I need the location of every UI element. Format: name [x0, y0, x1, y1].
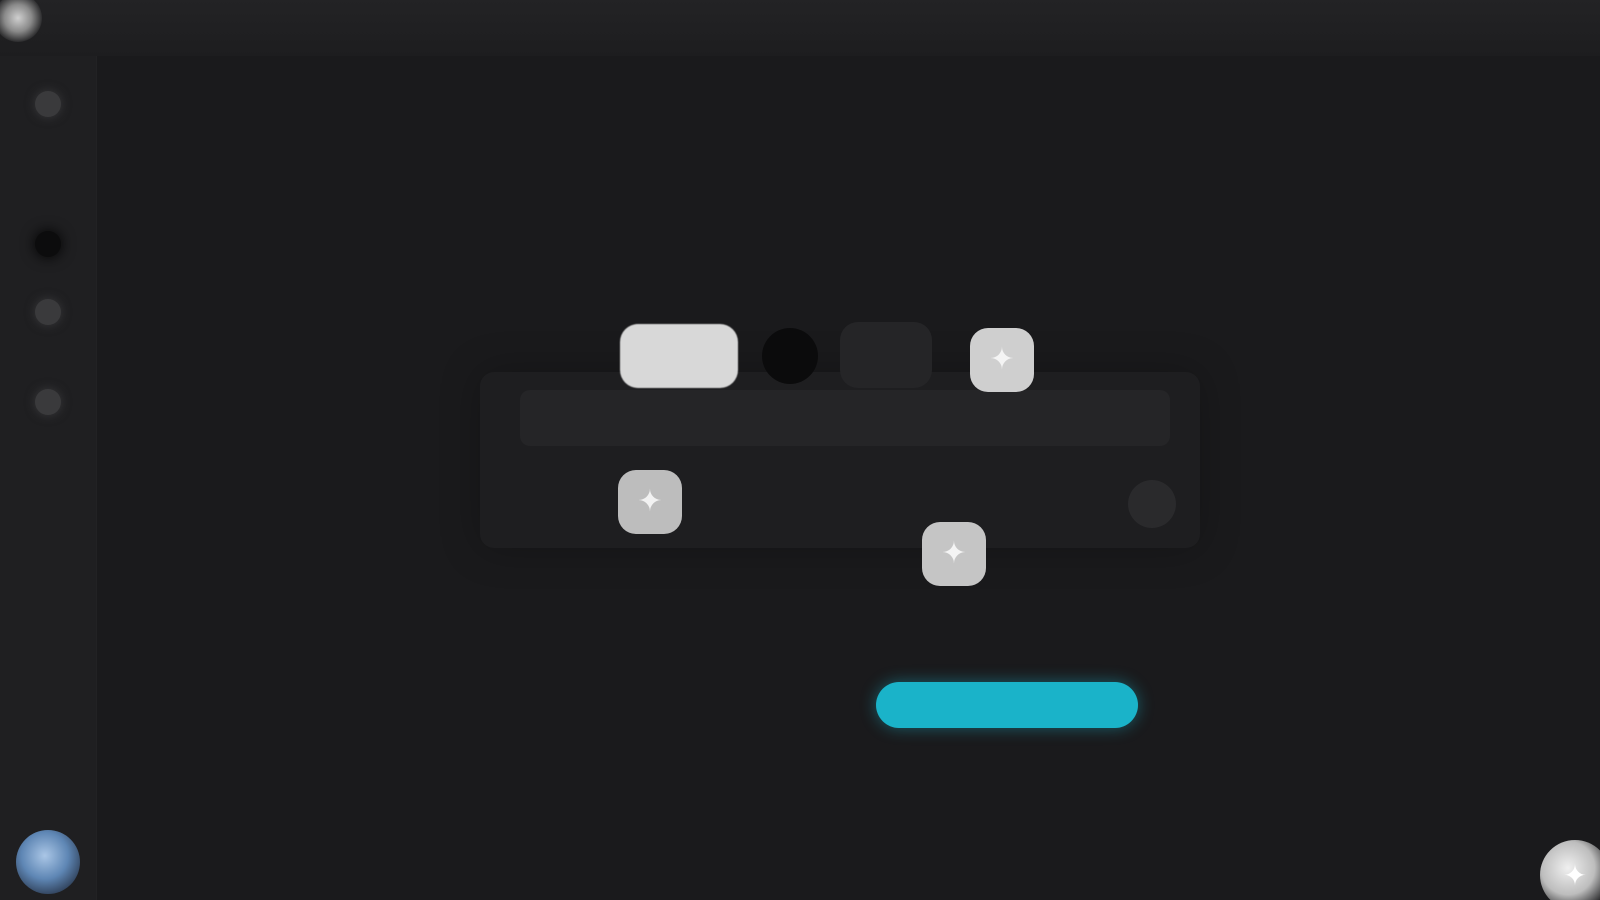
sidebar-item-home[interactable] — [28, 84, 68, 124]
app-window: ✦ ✦ ✦ ✦ — [0, 0, 1600, 900]
more-icon[interactable] — [1128, 480, 1176, 528]
sparkle-icon[interactable]: ✦ — [1540, 840, 1600, 900]
settings-icon — [35, 389, 61, 415]
grid-icon — [35, 231, 61, 257]
window-control-icon[interactable] — [0, 0, 42, 42]
sidebar-item-folder[interactable] — [28, 292, 68, 332]
record-icon[interactable] — [762, 328, 818, 384]
primary-action-button[interactable] — [876, 682, 1138, 728]
mode-chip[interactable] — [620, 324, 738, 388]
sparkle-icon[interactable]: ✦ — [618, 470, 682, 534]
sparkle-icon[interactable]: ✦ — [922, 522, 986, 586]
sidebar-item-settings[interactable] — [28, 382, 68, 422]
sidebar-item-grid[interactable] — [28, 224, 68, 264]
avatar[interactable] — [16, 830, 80, 894]
home-icon — [35, 91, 61, 117]
sidebar — [0, 56, 97, 900]
folder-icon — [35, 299, 61, 325]
secondary-chip[interactable] — [840, 322, 932, 388]
sparkle-icon[interactable]: ✦ — [970, 328, 1034, 392]
title-bar — [0, 0, 1600, 56]
composer-input[interactable] — [520, 390, 1170, 446]
